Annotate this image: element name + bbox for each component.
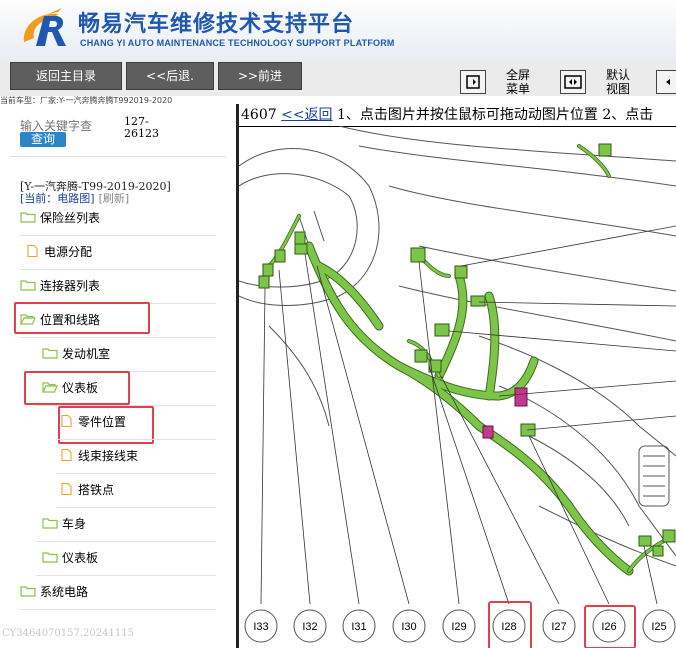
svg-text:I32: I32 — [302, 621, 317, 633]
tree-item-ground-points[interactable]: 搭铁点 — [58, 480, 114, 500]
brand-title-cn: 畅易汽车维修技术支持平台 — [78, 12, 355, 37]
wire-harness — [305, 242, 633, 575]
callout-I29[interactable]: I29 — [442, 609, 476, 643]
pan-left-button[interactable] — [656, 70, 676, 94]
connector — [454, 265, 468, 279]
folder-icon — [20, 280, 36, 291]
content-header: 4607 <<返回 1、点击图片并按住鼠标可拖动动图片位置 2、点击 — [241, 104, 653, 124]
toolbar: 返回主目录 <<后退. >>前进 全屏 菜单 默认 视图 — [0, 60, 676, 96]
tree-divider — [56, 507, 216, 508]
connector-highlighted — [514, 387, 528, 407]
connector — [414, 349, 428, 363]
folder-icon — [20, 586, 36, 597]
page-number: 4607 — [241, 107, 277, 123]
tree-item-fuse-list[interactable]: 保险丝列表 — [20, 208, 100, 228]
highlight-box — [24, 371, 130, 405]
folder-icon — [42, 552, 58, 563]
fullscreen-toggle-button[interactable] — [460, 70, 486, 94]
connector — [294, 243, 308, 255]
current-vehicle-info: 当前车型：厂家:Y-一汽奔腾奔腾T992019-2020 — [0, 96, 173, 105]
component-location-diagram[interactable]: I33 I32 I31 I30 I29 I28 I27 I26 I25 — [239, 126, 676, 648]
fullscreen-menu-label[interactable]: 全屏 菜单 — [500, 68, 536, 96]
folder-icon — [42, 348, 58, 359]
changyi-logo-icon — [23, 8, 66, 46]
tree-item-power-distribution[interactable]: 电源分配 — [24, 242, 92, 262]
current-view-label: [当前：电路图] — [20, 192, 95, 205]
collapse-icon — [466, 75, 480, 89]
arrow-left-icon — [665, 79, 670, 85]
file-icon — [27, 245, 38, 257]
highlight-box — [14, 302, 150, 334]
current-view-line: [当前：电路图] [刷新] — [20, 190, 129, 206]
callout-I30[interactable]: I30 — [392, 609, 426, 643]
connector-highlighted — [482, 425, 494, 439]
back-to-main-button[interactable]: 返回主目录 — [10, 62, 122, 90]
svg-text:I30: I30 — [401, 621, 416, 633]
brand-title-en: CHANG YI AUTO MAINTENANCE TECHNOLOGY SUP… — [80, 38, 395, 48]
connector — [410, 247, 426, 263]
divider — [10, 156, 226, 157]
connector — [598, 143, 612, 157]
back-button[interactable]: <<后退. — [126, 62, 214, 90]
refresh-link[interactable]: [刷新] — [99, 192, 130, 205]
connector — [258, 275, 270, 289]
tree-item-connector-list[interactable]: 连接器列表 — [20, 276, 100, 296]
diagram-panel: 4607 <<返回 1、点击图片并按住鼠标可拖动动图片位置 2、点击 I33 I… — [236, 104, 676, 648]
callout-I33[interactable]: I33 — [244, 609, 278, 643]
connector — [470, 295, 486, 307]
connector — [294, 231, 306, 245]
folder-icon — [42, 518, 58, 529]
svg-text:I33: I33 — [253, 621, 268, 633]
svg-text:I26: I26 — [601, 621, 616, 633]
svg-text:I25: I25 — [651, 621, 666, 633]
expand-icon — [564, 75, 582, 89]
connector — [662, 529, 676, 543]
svg-text:I31: I31 — [351, 621, 366, 633]
tree-item-system-circuits[interactable]: 系统电路 — [20, 582, 88, 602]
connector — [638, 535, 652, 547]
tree-divider — [36, 541, 216, 542]
file-icon — [61, 449, 72, 461]
vehicle-code: 127- 26123 — [124, 115, 159, 140]
svg-text:I29: I29 — [451, 621, 466, 633]
connector — [434, 323, 450, 337]
tree-divider — [56, 473, 216, 474]
connector — [274, 249, 286, 263]
tree-divider — [20, 337, 216, 338]
connector — [262, 263, 274, 277]
tree-divider — [56, 439, 216, 440]
search-button[interactable]: 查询 — [20, 132, 66, 147]
back-link[interactable]: <<返回 — [281, 107, 332, 123]
callout-I26[interactable]: I26 — [584, 605, 636, 648]
default-view-label[interactable]: 默认 视图 — [600, 68, 636, 96]
callout-I32[interactable]: I32 — [293, 609, 327, 643]
tree-item-engine-compartment[interactable]: 发动机室 — [42, 344, 110, 364]
instruction-text: 1、点击图片并按住鼠标可拖动动图片位置 2、点击 — [337, 107, 654, 123]
forward-button[interactable]: >>前进 — [218, 62, 302, 90]
callout-I27[interactable]: I27 — [542, 609, 576, 643]
svg-text:I27: I27 — [551, 621, 566, 633]
dashboard-outline — [358, 145, 676, 187]
callout-I28[interactable]: I28 — [488, 601, 532, 648]
tree-item-harness-to-harness[interactable]: 线束接线束 — [58, 446, 138, 466]
watermark: CY3464070157.20241115 — [2, 628, 134, 639]
tree-divider — [20, 269, 216, 270]
tree-divider — [20, 235, 216, 236]
connector-callouts: I33 I32 I31 I30 I29 I28 I27 I26 I25 — [244, 601, 676, 648]
tree-divider — [36, 575, 216, 576]
default-view-toggle-button[interactable] — [560, 70, 586, 94]
tree-item-instrument-panel-2[interactable]: 仪表板 — [42, 548, 98, 568]
file-icon — [61, 483, 72, 495]
callout-I25[interactable]: I25 — [642, 609, 676, 643]
tree-item-body[interactable]: 车身 — [42, 514, 86, 534]
tree-divider — [20, 609, 216, 610]
sidebar: 查询 127- 26123 [Y-一汽奔腾-T99-2019-2020] [当前… — [0, 106, 236, 648]
callout-I31[interactable]: I31 — [342, 609, 376, 643]
svg-text:I28: I28 — [501, 621, 516, 633]
app-header: 畅易汽车维修技术支持平台 CHANG YI AUTO MAINTENANCE T… — [0, 0, 676, 60]
folder-icon — [20, 212, 36, 223]
connector — [652, 545, 664, 557]
